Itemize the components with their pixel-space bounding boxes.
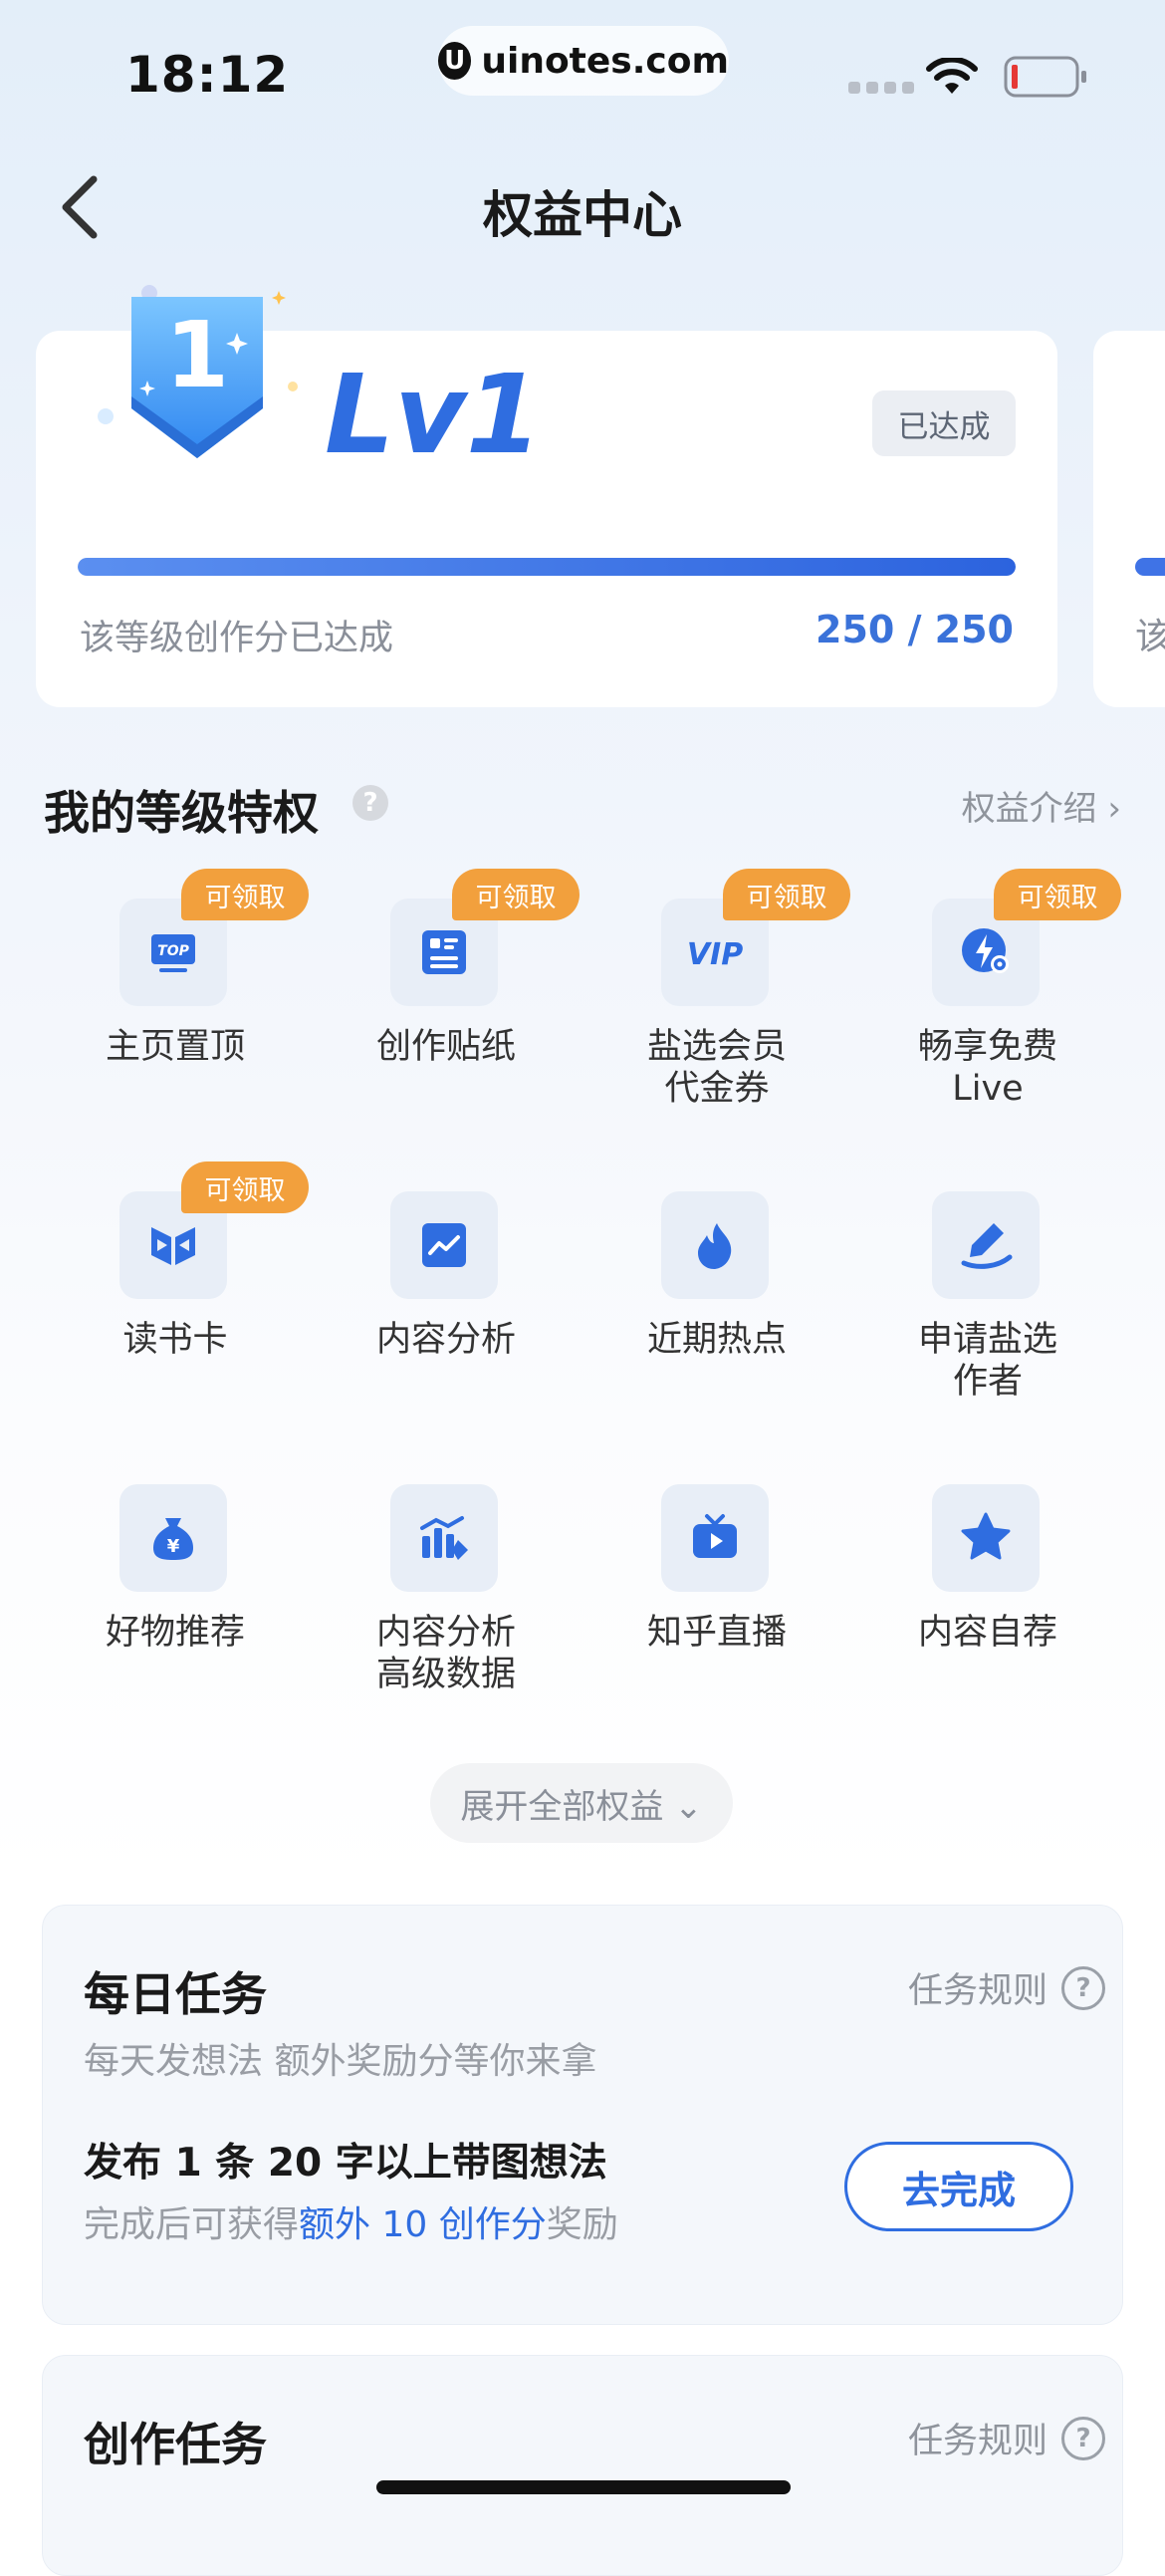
creation-task-title: 创作任务: [84, 2418, 267, 2471]
advanced-chart-icon: [390, 1484, 498, 1592]
analytics-icon: [390, 1191, 498, 1299]
privilege-label: 畅享免费 Live: [917, 1027, 1057, 1109]
next-level-caption: 该: [1135, 617, 1165, 657]
daily-task-rules-link[interactable]: 任务规则 ?: [908, 1962, 1105, 2013]
svg-text:VIP: VIP: [687, 937, 743, 972]
privilege-label: 内容分析 高级数据: [375, 1613, 516, 1694]
flame-icon: [661, 1191, 769, 1299]
status-badge: 已达成: [872, 390, 1016, 456]
privilege-label: 内容分析: [375, 1320, 516, 1360]
task-item-desc: 完成后可获得额外 10 创作分奖励: [84, 2195, 618, 2247]
help-icon[interactable]: ?: [352, 785, 388, 821]
privilege-label: 主页置顶: [105, 1027, 245, 1067]
level-label: Lv1: [325, 351, 543, 478]
claimable-badge: 可领取: [181, 869, 309, 920]
level-progress-fill: [78, 558, 1016, 576]
question-icon: ?: [1061, 1965, 1105, 2010]
tv-play-icon: [661, 1484, 769, 1592]
desc-suffix: 奖励: [546, 2204, 618, 2245]
privilege-label: 盐选会员 代金券: [646, 1027, 787, 1109]
daily-task-title: 每日任务: [84, 1967, 267, 2021]
privilege-label: 近期热点: [646, 1320, 787, 1360]
privilege-label: 读书卡: [122, 1320, 228, 1360]
progress-count: 250 / 250: [816, 608, 1014, 651]
rules-label: 任务规则: [907, 2422, 1048, 2461]
site-logo-icon: U: [438, 42, 472, 80]
privilege-label: 知乎直播: [646, 1613, 787, 1653]
wifi-icon: [926, 58, 978, 94]
page-title: 权益中心: [483, 186, 682, 244]
claimable-badge: 可领取: [723, 869, 850, 920]
next-level-progress: [1135, 558, 1165, 576]
privilege-label: 创作贴纸: [375, 1027, 516, 1067]
star-icon: [932, 1484, 1040, 1592]
rules-label: 任务规则: [907, 1971, 1048, 2011]
cellular-signal-icon: [848, 82, 914, 94]
creation-task-rules-link[interactable]: 任务规则 ?: [908, 2413, 1105, 2463]
home-indicator: [376, 2480, 791, 2494]
benefits-intro-link[interactable]: 权益介绍 ›: [962, 781, 1121, 830]
claimable-badge: 可领取: [452, 869, 580, 920]
complete-task-button[interactable]: 去完成: [844, 2142, 1073, 2231]
url-pill[interactable]: U uinotes.com: [438, 26, 729, 96]
svg-text:TOP: TOP: [157, 943, 189, 959]
reward-highlight: 额外 10 创作分: [299, 2204, 547, 2245]
privilege-label: 申请盐选 作者: [917, 1320, 1057, 1402]
money-bag-icon: ¥: [119, 1484, 227, 1592]
expand-all-button[interactable]: 展开全部权益 ⌄: [430, 1763, 733, 1843]
pen-icon: [932, 1191, 1040, 1299]
progress-caption: 该等级创作分已达成: [80, 619, 394, 658]
privilege-label: 好物推荐: [105, 1613, 245, 1653]
claimable-badge: 可领取: [181, 1161, 309, 1213]
level-badge-icon: 1: [98, 285, 298, 458]
task-item-title: 发布 1 条 20 字以上带图想法: [84, 2141, 607, 2186]
svg-text:1: 1: [165, 302, 229, 408]
battery-icon: [1004, 56, 1086, 98]
daily-task-subtitle: 每天发想法 额外奖励分等你来拿: [84, 2041, 597, 2082]
status-time: 18:12: [125, 46, 290, 104]
svg-text:¥: ¥: [167, 1536, 180, 1557]
claimable-badge: 可领取: [994, 869, 1121, 920]
desc-prefix: 完成后可获得: [84, 2204, 300, 2245]
question-icon: ?: [1061, 2416, 1105, 2460]
privileges-title: 我的等级特权: [44, 786, 319, 840]
level-progress-bar: [78, 558, 1016, 576]
privilege-label: 内容自荐: [917, 1613, 1057, 1653]
url-text: uinotes.com: [481, 40, 729, 82]
